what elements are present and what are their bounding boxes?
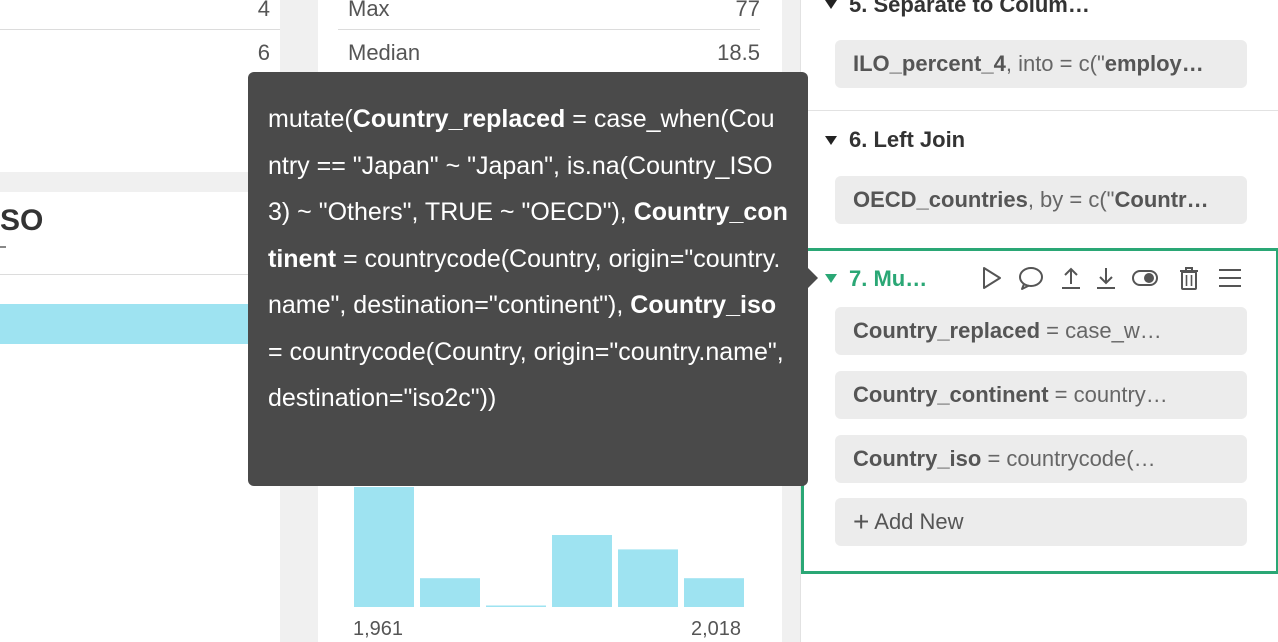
- collapse-triangle-icon[interactable]: [825, 274, 837, 283]
- step-6-title[interactable]: 6. Left Join: [849, 127, 965, 153]
- step-6-arg: OECD_countries: [853, 187, 1028, 212]
- step-7-command-2[interactable]: Country_continent = country…: [835, 371, 1247, 419]
- step-6-rest: , by = c(": [1027, 187, 1115, 212]
- column-type-mark: [0, 246, 6, 248]
- command-rest: = case_w…: [1040, 318, 1162, 343]
- divider: [0, 29, 280, 30]
- command-arg: Country_iso: [853, 446, 982, 471]
- step-6-command[interactable]: OECD_countries, by = c("Countr…: [835, 176, 1247, 224]
- toggle-icon[interactable]: [1131, 264, 1159, 292]
- tooltip-arg-name: Country_replaced: [352, 105, 566, 133]
- step-5-arg2: employ…: [1104, 51, 1204, 76]
- stat-value-median: 18.5: [717, 40, 760, 65]
- add-new-button[interactable]: + Add New: [835, 498, 1247, 546]
- step-5-rest: , into = c(": [1005, 51, 1105, 76]
- run-icon[interactable]: [977, 264, 1005, 292]
- command-arg: Country_replaced: [853, 318, 1041, 343]
- steps-panel: 5. Separate to Colum… ILO_percent_4, int…: [800, 0, 1278, 642]
- step-5-command[interactable]: ILO_percent_4, into = c("employ…: [835, 40, 1247, 88]
- histogram-bar[interactable]: [552, 535, 612, 607]
- comment-icon[interactable]: [1017, 264, 1045, 292]
- step-5-arg: ILO_percent_4: [853, 51, 1006, 76]
- summary-value-1: 4: [257, 0, 270, 21]
- tooltip-arg-name: Country_iso: [630, 291, 777, 319]
- delete-trash-icon[interactable]: [1175, 264, 1203, 292]
- histogram-bar[interactable]: [618, 549, 678, 607]
- value-bar: [0, 304, 280, 344]
- step-7-command-1[interactable]: Country_replaced = case_w…: [835, 307, 1247, 355]
- add-new-label: Add New: [874, 509, 964, 534]
- step-7-title[interactable]: 7. Mu…: [849, 266, 927, 292]
- divider: [801, 110, 1278, 111]
- stat-label-median: Median: [348, 40, 421, 65]
- divider: [0, 274, 280, 275]
- x-tick-max: 2,018: [691, 618, 742, 640]
- divider: [338, 29, 760, 30]
- histogram-bar[interactable]: [684, 578, 744, 607]
- histogram-chart: [354, 487, 744, 608]
- plus-icon: +: [853, 506, 870, 537]
- summary-value-2: 6: [257, 40, 270, 65]
- command-arg: Country_continent: [853, 382, 1049, 407]
- command-rest: = country…: [1048, 382, 1168, 407]
- step-6-arg2: Countr…: [1114, 187, 1209, 212]
- stat-label-max: Max: [348, 0, 390, 21]
- histogram-bar[interactable]: [420, 578, 480, 607]
- column-title: SO: [0, 204, 44, 237]
- left-column-card: SO: [0, 192, 280, 642]
- left-summary-card: 4 6: [0, 0, 280, 172]
- x-tick-min: 1,961: [353, 618, 404, 640]
- command-tooltip: mutate(Country_replaced = case_when(Coun…: [248, 72, 808, 486]
- menu-hamburger-icon[interactable]: [1216, 264, 1244, 292]
- histogram-bar[interactable]: [486, 605, 546, 608]
- tooltip-text: = countrycode(Country, origin="country.n…: [268, 337, 784, 413]
- histogram-bar[interactable]: [354, 487, 414, 607]
- step-5-title[interactable]: 5. Separate to Colum…: [849, 0, 1090, 18]
- tooltip-arrow: [808, 268, 818, 288]
- tooltip-text: mutate(: [268, 105, 353, 133]
- collapse-triangle-icon[interactable]: [825, 0, 837, 9]
- step-7-command-3[interactable]: Country_iso = countrycode(…: [835, 435, 1247, 483]
- command-rest: = countrycode(…: [981, 446, 1156, 471]
- stat-value-max: 77: [735, 0, 760, 21]
- move-down-icon[interactable]: [1092, 264, 1120, 292]
- move-up-icon[interactable]: [1057, 264, 1085, 292]
- collapse-triangle-icon[interactable]: [825, 136, 837, 145]
